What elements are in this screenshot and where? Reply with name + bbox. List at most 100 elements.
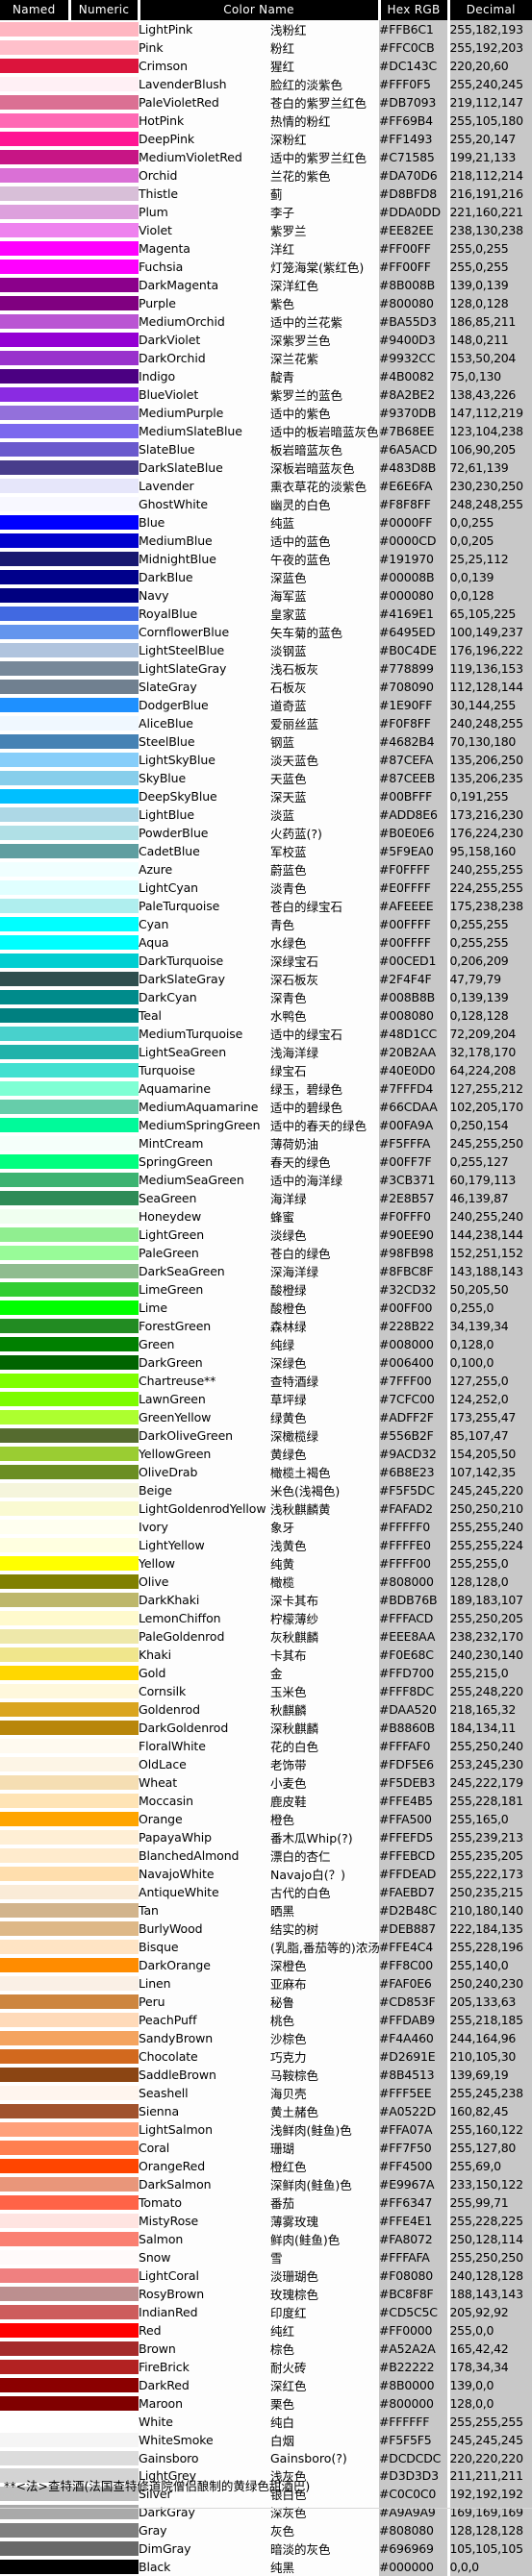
table-row: DarkSeaGreen 深海洋绿 #8FBC8F 143,188,143 xyxy=(0,1262,532,1280)
table-row: DarkGreen 深绿色 #006400 0,100,0 xyxy=(0,1353,532,1372)
color-swatch-numeric xyxy=(69,753,139,767)
numeric-swatch-cell xyxy=(69,130,139,148)
color-swatch-numeric xyxy=(69,899,139,913)
color-hex-value: #9370DB xyxy=(379,404,450,422)
color-hex-value: #7B68EE xyxy=(379,422,450,440)
named-swatch-cell xyxy=(0,605,69,623)
table-row: HotPink 热情的粉红 #FF69B4 255,105,180 xyxy=(0,111,532,130)
named-swatch-cell xyxy=(0,1335,69,1353)
color-swatch-named xyxy=(0,1264,69,1278)
table-row: Aquamarine 绿玉，碧绿色 #7FFFD4 127,255,212 xyxy=(0,1079,532,1098)
color-swatch-numeric xyxy=(69,2177,139,2192)
color-hex-value: #808080 xyxy=(379,2521,450,2540)
table-row: Orange 橙色 #FFA500 255,165,0 xyxy=(0,1810,532,1828)
table-row: LightGreen 淡绿色 #90EE90 144,238,144 xyxy=(0,1226,532,1244)
color-hex-value: #DB7093 xyxy=(379,93,450,111)
numeric-swatch-cell xyxy=(69,1828,139,1846)
numeric-swatch-cell xyxy=(69,1518,139,1536)
color-swatch-named xyxy=(0,1100,69,1114)
color-swatch-numeric xyxy=(69,1830,139,1845)
color-decimal-value: 240,128,128 xyxy=(448,2266,532,2285)
color-hex-value: #708090 xyxy=(379,678,450,696)
numeric-swatch-cell xyxy=(69,367,139,385)
color-hex-value: #191970 xyxy=(379,550,450,568)
color-decimal-value: 250,240,230 xyxy=(448,1974,532,1993)
color-swatch-named xyxy=(0,1447,69,1461)
named-swatch-cell xyxy=(0,513,69,532)
numeric-swatch-cell xyxy=(69,1700,139,1719)
numeric-swatch-cell xyxy=(69,1317,139,1335)
table-row: Yellow 纯黄 #FFFF00 255,255,0 xyxy=(0,1554,532,1573)
color-name-chinese: 浅粉红 xyxy=(270,20,380,38)
color-hex-value: #DC143C xyxy=(379,57,450,75)
color-swatch-named xyxy=(0,387,69,402)
color-name-english: LemonChiffon xyxy=(139,1609,270,1627)
color-swatch-numeric xyxy=(69,807,139,822)
numeric-swatch-cell xyxy=(69,2266,139,2285)
color-swatch-numeric xyxy=(69,1118,139,1132)
color-swatch-named xyxy=(0,1118,69,1132)
color-name-chinese: 矢车菊的蓝色 xyxy=(270,623,380,641)
color-swatch-numeric xyxy=(69,1282,139,1297)
table-row: PaleTurquoise 苍白的绿宝石 #AFEEEE 175,238,238 xyxy=(0,897,532,915)
color-swatch-numeric xyxy=(69,1867,139,1881)
color-name-english: DarkOrange xyxy=(139,1956,270,1974)
numeric-swatch-cell xyxy=(69,148,139,166)
color-decimal-value: 222,184,135 xyxy=(448,1920,532,1938)
numeric-swatch-cell xyxy=(69,331,139,349)
numeric-swatch-cell xyxy=(69,2193,139,2212)
color-decimal-value: 152,251,152 xyxy=(448,1244,532,1262)
color-name-english: Lavender xyxy=(139,477,270,495)
color-decimal-value: 95,158,160 xyxy=(448,842,532,860)
named-swatch-cell xyxy=(0,879,69,897)
table-row: LightSeaGreen 浅海洋绿 #20B2AA 32,178,170 xyxy=(0,1043,532,1061)
table-row: ForestGreen 森林绿 #228B22 34,139,34 xyxy=(0,1317,532,1335)
color-name-chinese: 水鸭色 xyxy=(270,1006,380,1025)
color-swatch-numeric xyxy=(69,826,139,840)
color-hex-value: #F5FFFA xyxy=(379,1134,450,1152)
table-row: DeepPink 深粉红 #FF1493 255,20,147 xyxy=(0,130,532,148)
color-decimal-value: 47,79,79 xyxy=(448,970,532,988)
table-row: Sienna 黄土赭色 #A0522D 160,82,45 xyxy=(0,2102,532,2120)
color-swatch-numeric xyxy=(69,789,139,804)
color-name-english: Khaki xyxy=(139,1646,270,1664)
numeric-swatch-cell xyxy=(69,1244,139,1262)
color-name-chinese: 黄绿色 xyxy=(270,1445,380,1463)
color-hex-value: #B0E0E6 xyxy=(379,824,450,842)
color-swatch-numeric xyxy=(69,1337,139,1351)
color-name-english: MediumVioletRed xyxy=(139,148,270,166)
color-swatch-named xyxy=(0,972,69,986)
color-swatch-named xyxy=(0,2049,69,2064)
numeric-swatch-cell xyxy=(69,1993,139,2011)
numeric-swatch-cell xyxy=(69,2521,139,2540)
color-decimal-value: 255,105,180 xyxy=(448,111,532,130)
color-swatch-numeric xyxy=(69,680,139,694)
color-swatch-named xyxy=(0,460,69,475)
color-swatch-named xyxy=(0,1940,69,1954)
table-row: Crimson 猩红 #DC143C 220,20,60 xyxy=(0,57,532,75)
table-row: PeachPuff 桃色 #FFDAB9 255,218,185 xyxy=(0,2011,532,2029)
named-swatch-cell xyxy=(0,2212,69,2230)
color-swatch-numeric xyxy=(69,1264,139,1278)
color-name-english: Snow xyxy=(139,2248,270,2266)
color-swatch-named xyxy=(0,113,69,128)
color-name-english: DeepPink xyxy=(139,130,270,148)
color-decimal-value: 255,160,122 xyxy=(448,2120,532,2139)
named-swatch-cell xyxy=(0,1773,69,1792)
table-row: Blue 纯蓝 #0000FF 0,0,255 xyxy=(0,513,532,532)
color-swatch-named xyxy=(0,2360,69,2374)
bottom-divider xyxy=(0,2508,532,2509)
color-hex-value: #AFEEEE xyxy=(379,897,450,915)
numeric-swatch-cell xyxy=(69,696,139,714)
color-name-english: SlateBlue xyxy=(139,440,270,458)
named-swatch-cell xyxy=(0,1974,69,1993)
table-row: DarkTurquoise 深绿宝石 #00CED1 0,206,209 xyxy=(0,952,532,970)
color-swatch-named xyxy=(0,789,69,804)
color-swatch-named xyxy=(0,205,69,219)
color-decimal-value: 169,169,169 xyxy=(448,2503,532,2522)
named-swatch-cell xyxy=(0,20,69,38)
color-swatch-numeric xyxy=(69,2068,139,2082)
numeric-swatch-cell xyxy=(69,1445,139,1463)
named-swatch-cell xyxy=(0,2175,69,2193)
color-name-chinese: 橄榄土褐色 xyxy=(270,1463,380,1481)
